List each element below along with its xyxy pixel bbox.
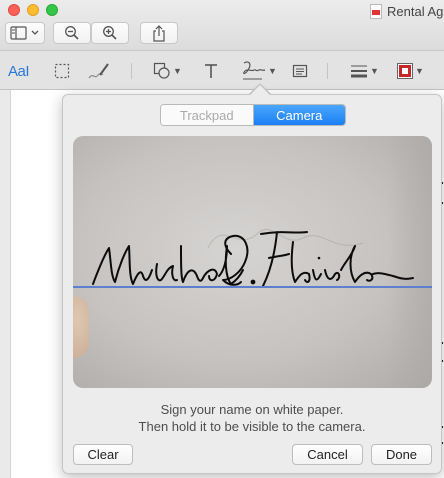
toolbar-divider: [131, 63, 132, 79]
sketch-icon: [88, 63, 109, 79]
window-titlebar: Rental Ag: [0, 0, 444, 50]
zoom-out-icon: [65, 26, 79, 40]
instructions-text: Sign your name on white paper. Then hold…: [63, 401, 441, 435]
text-tool-button[interactable]: [204, 59, 218, 83]
sign-button[interactable]: ▼: [240, 59, 277, 83]
border-color-button[interactable]: ▼: [397, 59, 424, 83]
camera-preview: [73, 136, 432, 388]
line-style-button[interactable]: ▼: [350, 59, 379, 83]
zoom-window-button[interactable]: [46, 4, 58, 16]
document-title: Rental Ag: [370, 3, 443, 19]
signature-baseline: [73, 286, 432, 288]
note-icon: [292, 64, 308, 78]
shapes-button[interactable]: ▼: [153, 59, 182, 83]
shapes-icon: [153, 62, 170, 79]
instructions-line-1: Sign your name on white paper.: [160, 402, 344, 417]
chevron-down-icon: ▼: [415, 66, 424, 76]
tab-camera[interactable]: Camera: [253, 105, 345, 125]
chevron-down-icon: ▼: [173, 66, 182, 76]
rect-selection-icon: [54, 63, 70, 79]
chevron-down-icon: ▼: [370, 66, 379, 76]
share-button[interactable]: [140, 22, 178, 44]
signature-popover: Trackpad Camera Sign your name on white …: [62, 94, 442, 474]
line-style-icon: [351, 65, 367, 78]
border-color-icon: [397, 63, 413, 79]
zoom-in-icon: [103, 26, 117, 40]
rectangular-selection-button[interactable]: [54, 59, 70, 83]
text-icon: [205, 64, 217, 78]
clear-button[interactable]: Clear: [73, 444, 133, 465]
done-button[interactable]: Done: [371, 444, 432, 465]
capture-mode-segmented-control: Trackpad Camera: [160, 104, 346, 126]
chevron-down-icon: ▼: [268, 66, 277, 76]
close-window-button[interactable]: [8, 4, 20, 16]
sketch-button[interactable]: [88, 59, 110, 83]
zoom-out-button[interactable]: [53, 22, 91, 44]
sign-icon: [243, 61, 266, 80]
text-style-icon: AaI: [8, 62, 30, 80]
note-button[interactable]: [292, 59, 308, 83]
minimize-window-button[interactable]: [27, 4, 39, 16]
text-style-button[interactable]: AaI: [8, 59, 30, 83]
share-icon: [153, 24, 165, 42]
pdf-icon: [370, 3, 382, 19]
markup-toolbar: AaI ▼ ▼ ▼ ▼: [0, 50, 444, 90]
zoom-in-button[interactable]: [91, 22, 129, 44]
tab-trackpad[interactable]: Trackpad: [161, 105, 254, 125]
instructions-line-2: Then hold it to be visible to the camera…: [138, 419, 366, 434]
sidebar-icon: [10, 26, 39, 40]
cancel-button[interactable]: Cancel: [292, 444, 363, 465]
popover-arrow-inner: [250, 85, 270, 95]
document-title-text: Rental Ag: [387, 3, 444, 19]
toolbar-divider: [327, 63, 328, 79]
sidebar-view-button[interactable]: [5, 22, 45, 44]
captured-signature: [92, 231, 414, 287]
